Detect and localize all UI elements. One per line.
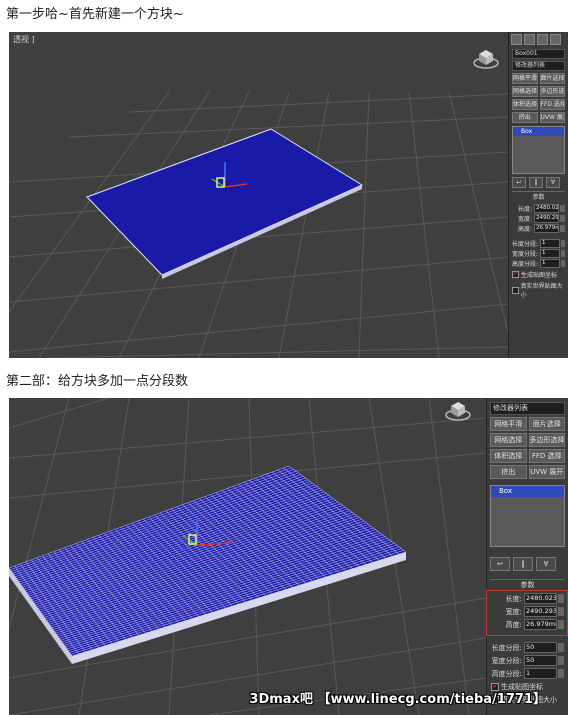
modifier-button[interactable]: 多边形选择 (539, 86, 565, 97)
modifier-button[interactable]: 挤出 (512, 112, 538, 123)
viewcube-icon[interactable] (473, 44, 499, 70)
param-row-width-segs: 宽度分段: 50 (491, 655, 564, 666)
modifier-button[interactable]: 网格选择 (512, 86, 538, 97)
modifier-button[interactable]: 体积选择 (490, 449, 527, 463)
make-unique-icon[interactable]: ∀ (546, 177, 560, 188)
stack-item-box[interactable]: Box (513, 127, 564, 136)
modify-tab-icon[interactable] (524, 34, 535, 45)
object-name-field[interactable]: Box001 (512, 49, 565, 59)
motion-tab-icon[interactable] (550, 34, 561, 45)
param-row-length: 长度:2480.023 (512, 204, 565, 213)
real-world-checkbox[interactable]: 真实世界贴图大小 (512, 281, 565, 299)
param-row-height-segs: 高度分段: 1 (512, 259, 565, 268)
perspective-viewport[interactable] (9, 398, 486, 715)
step2-caption: 第二部：给方块多加一点分段数 (6, 374, 189, 389)
pin-stack-icon[interactable]: ↩ (512, 177, 526, 188)
spinner-icon[interactable] (561, 240, 565, 247)
param-row-length-segs: 长度分段: 1 (512, 239, 565, 248)
modifier-buttons: 网格平滑 面片选择 网格选择 多边形选择 体积选择 FFD 选择 挤出 UVW … (490, 417, 565, 479)
modifier-list-dropdown[interactable]: 修改器列表 (512, 61, 565, 71)
step1-caption: 第一步哈~首先新建一个方块~ (6, 7, 184, 22)
command-panel: 修改器列表 网格平滑 面片选择 网格选择 多边形选择 体积选择 FFD 选择 挤… (486, 398, 568, 715)
modifier-stack[interactable]: Box (490, 485, 565, 547)
pin-stack-icon[interactable]: ↩ (490, 557, 510, 571)
make-unique-icon[interactable]: ∀ (536, 557, 556, 571)
param-row-height-segs: 高度分段: 1 (491, 668, 564, 679)
modifier-buttons: 网格平滑 面片选择 网格选择 多边形选择 体积选择 FFD 选择 挤出 UVW … (512, 73, 565, 123)
param-row-width: 宽度:2490.293 (512, 214, 565, 223)
spinner-icon[interactable] (558, 669, 564, 678)
modifier-button[interactable]: FFD 选择 (539, 99, 565, 110)
modifier-button[interactable]: UVW 展开 (528, 465, 565, 479)
spinner-icon[interactable] (561, 260, 565, 267)
viewcube-icon[interactable] (445, 398, 471, 422)
step2-screenshot: 修改器列表 网格平滑 面片选择 网格选择 多边形选择 体积选择 FFD 选择 挤… (9, 398, 568, 715)
modifier-button[interactable]: 多边形选择 (528, 433, 565, 447)
hierarchy-tab-icon[interactable] (537, 34, 548, 45)
parameters-rollout-title[interactable]: 参数 (490, 579, 565, 590)
panel-tabs (509, 32, 568, 47)
step1-screenshot: 透视 ] Box001 修改器列表 网格平滑 面片选择 网格选择 多边形选择 体… (9, 32, 568, 358)
create-tab-icon[interactable] (511, 34, 522, 45)
modifier-button[interactable]: UVW 展开 (539, 112, 565, 123)
viewport-grid (9, 398, 486, 715)
show-end-result-icon[interactable]: ‖ (513, 557, 533, 571)
box-top-face (86, 128, 364, 276)
spinner-icon[interactable] (558, 656, 564, 665)
modifier-button[interactable]: 网格平滑 (512, 73, 538, 84)
param-row-height: 高度:26.979mm (512, 224, 565, 233)
param-row-width-segs: 宽度分段: 1 (512, 249, 565, 258)
spinner-icon[interactable] (560, 205, 565, 212)
segments-highlight-box (486, 590, 568, 636)
param-row-length-segs: 长度分段: 50 (491, 642, 564, 653)
stack-tools: ↩ ‖ ∀ (490, 557, 565, 571)
modifier-button[interactable]: 体积选择 (512, 99, 538, 110)
spinner-icon[interactable] (560, 225, 565, 232)
modifier-button[interactable]: FFD 选择 (528, 449, 565, 463)
show-end-result-icon[interactable]: ‖ (529, 177, 543, 188)
modifier-list-dropdown[interactable]: 修改器列表 (490, 402, 565, 415)
spinner-icon[interactable] (561, 250, 565, 257)
stack-item-box[interactable]: Box (491, 486, 564, 497)
checkmark-icon[interactable]: ✔ (512, 271, 519, 278)
modifier-button[interactable]: 网格选择 (490, 433, 527, 447)
viewport-label[interactable]: 透视 ] (13, 34, 35, 45)
perspective-viewport[interactable]: 透视 ] (9, 32, 508, 358)
stack-tools: ↩ ‖ ∀ (512, 177, 565, 188)
modifier-button[interactable]: 挤出 (490, 465, 527, 479)
modifier-button[interactable]: 网格平滑 (490, 417, 527, 431)
spinner-icon[interactable] (558, 643, 564, 652)
gen-mapping-checkbox[interactable]: ✔ 生成贴图坐标 (512, 270, 565, 279)
watermark: 3Dmax吧 【www.linecg.com/tieba/1771】 (249, 692, 546, 707)
modifier-button[interactable]: 面片选择 (528, 417, 565, 431)
viewport-grid (9, 91, 508, 358)
spinner-icon[interactable] (560, 215, 565, 222)
command-panel: Box001 修改器列表 网格平滑 面片选择 网格选择 多边形选择 体积选择 F… (508, 32, 568, 358)
modifier-button[interactable]: 面片选择 (539, 73, 565, 84)
modifier-stack[interactable]: Box (512, 126, 565, 174)
parameters-rollout-title[interactable]: 参数 (512, 191, 565, 201)
